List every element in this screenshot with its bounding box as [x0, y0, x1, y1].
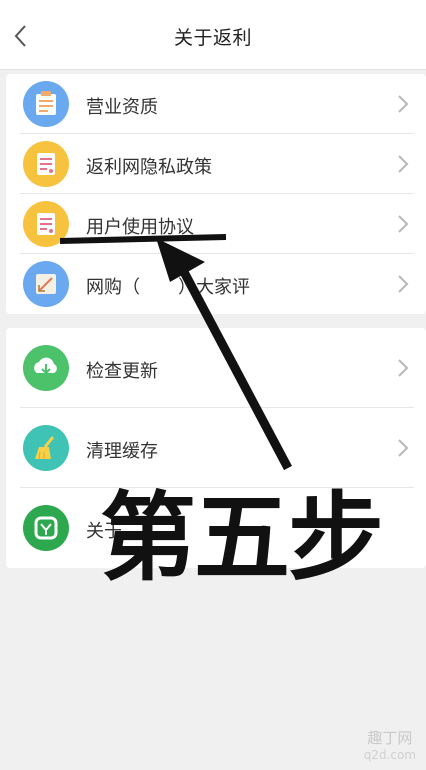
app-logo-icon — [23, 505, 69, 551]
document-icon — [23, 201, 69, 247]
chevron-right-icon — [398, 155, 409, 173]
list-item-label: 用户使用协议 — [86, 217, 194, 238]
step-annotation: 第五步 — [100, 482, 384, 594]
chevron-right-icon — [398, 275, 409, 293]
list-item-label: 检查更新 — [86, 361, 158, 382]
list-item-license[interactable]: 营业资质 — [6, 74, 426, 134]
document-icon — [23, 141, 69, 187]
license-icon — [23, 81, 69, 127]
rating-icon — [23, 261, 69, 307]
list-item-label: 营业资质 — [86, 97, 158, 118]
watermark: 趣丁网 q2d.com — [364, 730, 416, 764]
chevron-right-icon — [398, 439, 409, 457]
page-title: 关于返利 — [173, 27, 252, 49]
chevron-right-icon — [398, 359, 409, 377]
info-section: 营业资质 返利网隐私政策 用户使用协议 网购（ ）大家评 — [6, 74, 426, 314]
top-bar: 关于返利 — [0, 0, 426, 70]
list-item-privacy-policy[interactable]: 返利网隐私政策 — [6, 134, 426, 194]
list-item-label: 网购（ ）大家评 — [86, 277, 250, 298]
list-item-rating[interactable]: 网购（ ）大家评 — [6, 254, 426, 314]
watermark-text: 趣丁网 — [367, 729, 413, 747]
watermark-url: q2d.com — [363, 748, 416, 762]
list-item-user-agreement[interactable]: 用户使用协议 — [6, 194, 426, 254]
chevron-right-icon — [398, 95, 409, 113]
list-item-label: 返利网隐私政策 — [86, 157, 212, 178]
chevron-right-icon — [398, 215, 409, 233]
cloud-download-icon — [23, 345, 69, 391]
broom-icon — [23, 425, 69, 471]
list-item-check-update[interactable]: 检查更新 — [6, 328, 426, 408]
